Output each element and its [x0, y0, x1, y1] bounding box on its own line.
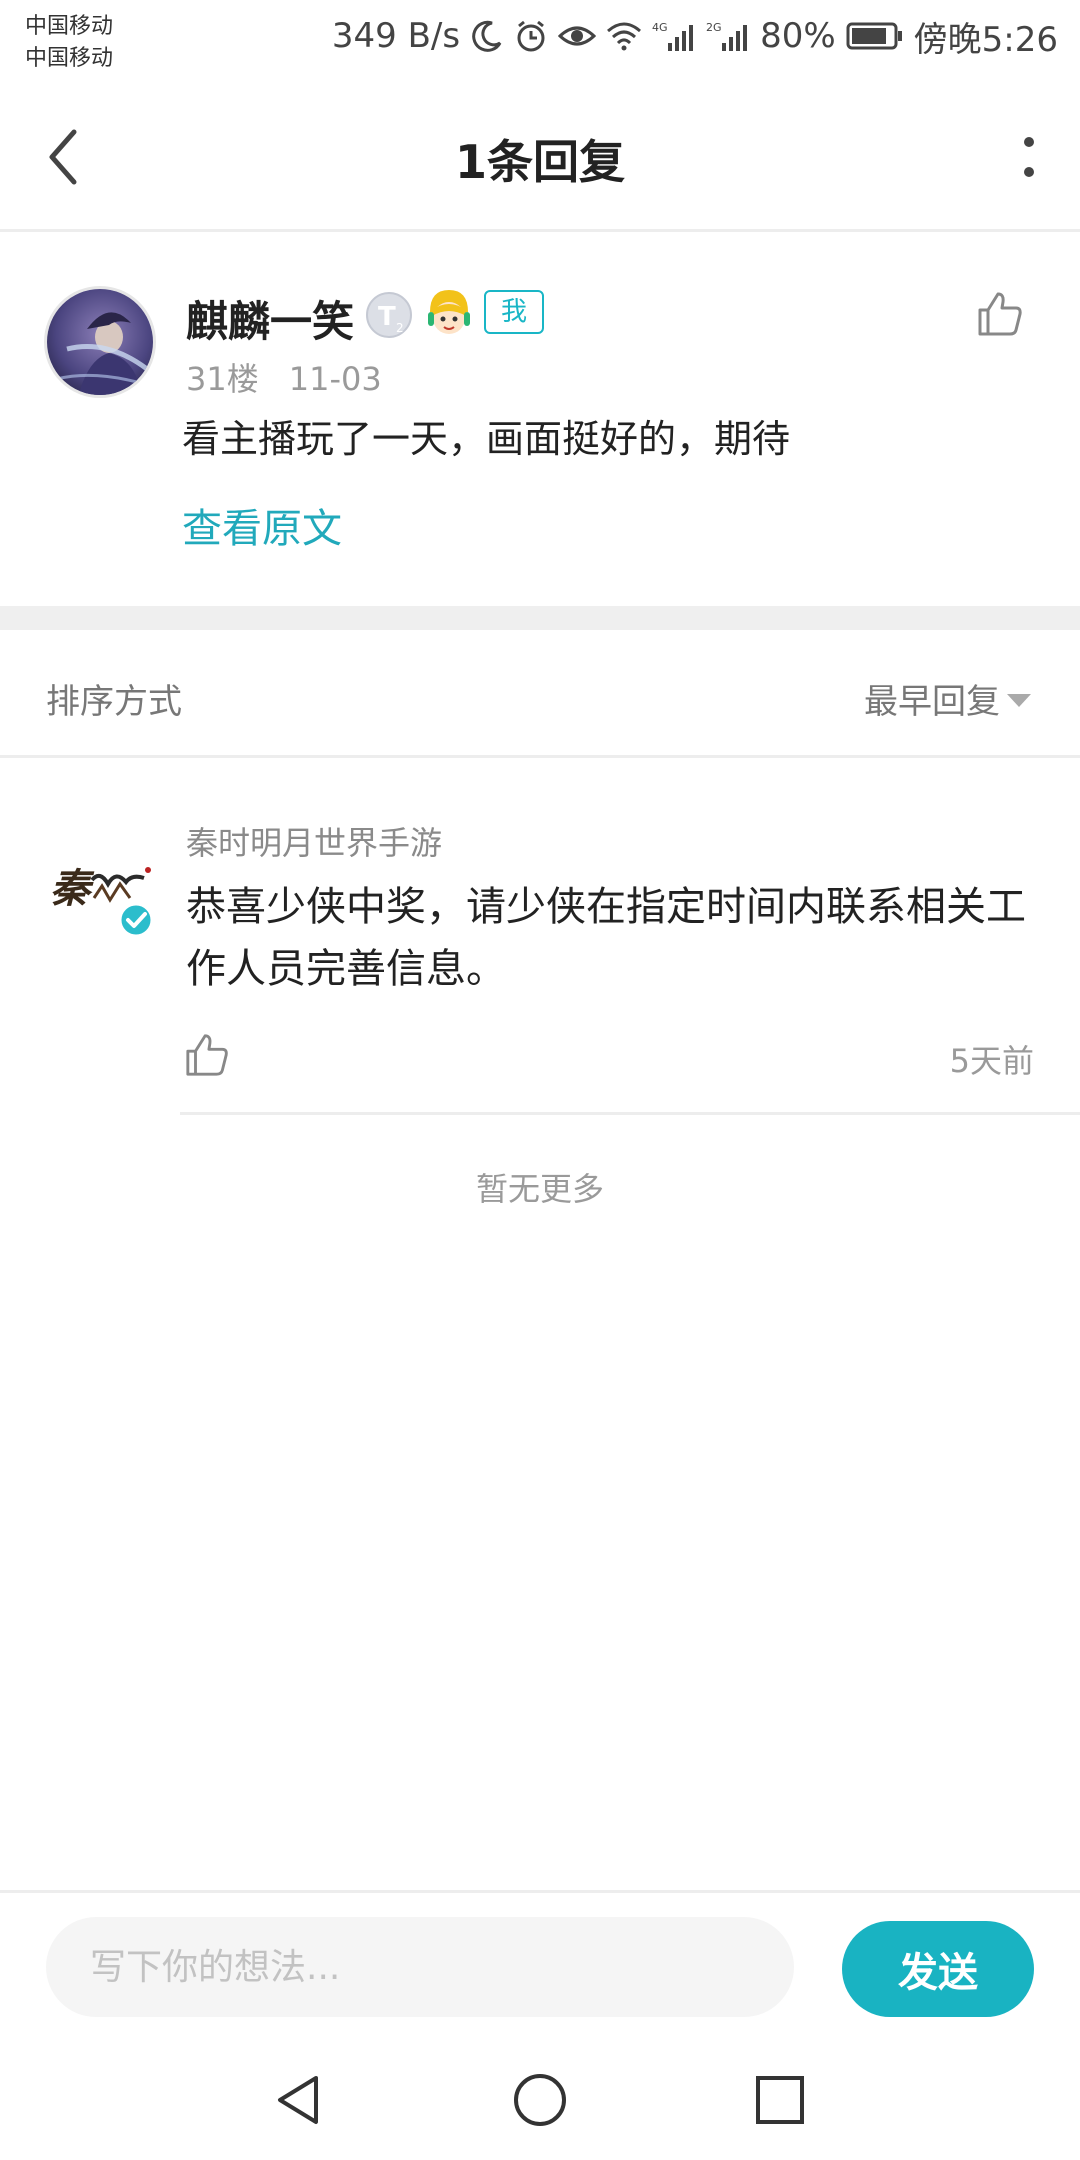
sort-row: 排序方式 最早回复 — [0, 630, 1080, 758]
reply-divider — [180, 1112, 1080, 1115]
carrier-2: 中国移动 — [25, 46, 114, 71]
nav-home-icon[interactable] — [510, 2070, 570, 2130]
battery-percent: 80% — [760, 16, 836, 56]
svg-text:2: 2 — [396, 321, 404, 335]
clock: 傍晚5:26 — [913, 19, 1058, 60]
wifi-icon — [607, 22, 642, 51]
game-logo-avatar[interactable]: 秦 — [50, 840, 156, 946]
page-title: 1条回复 — [454, 135, 625, 189]
status-bar: 中国移动 中国移动 349 B/s 4G 2G 80% 傍晚5:26 — [0, 0, 1080, 72]
signal-4g-icon: 4G — [652, 21, 694, 51]
floor-number: 31楼 — [186, 360, 259, 398]
reply-item: 秦 秦时明月世界手游 恭喜少侠中奖，请少侠在指定时间内联系相关工作人员完善信息。… — [0, 760, 1080, 1115]
sort-label: 排序方式 — [46, 682, 182, 722]
top-nav-bar: 1条回复 — [0, 82, 1080, 232]
view-original-link[interactable]: 查看原文 — [182, 496, 342, 554]
avatar[interactable] — [44, 286, 156, 398]
sort-dropdown[interactable]: 最早回复 — [864, 674, 1000, 723]
reply-timestamp: 5天前 — [949, 1042, 1034, 1080]
svg-text:T: T — [378, 302, 396, 332]
battery-icon — [846, 22, 902, 50]
comment-meta: 31楼 11-03 — [186, 354, 382, 400]
caret-down-icon[interactable] — [1006, 692, 1032, 708]
status-indicators: 349 B/s 4G 2G 80% 傍晚5:26 — [331, 14, 1058, 60]
level-badge-icon: T 2 — [366, 292, 412, 338]
thumbs-up-icon[interactable] — [184, 1032, 230, 1078]
reply-author[interactable]: 秦时明月世界手游 — [186, 818, 442, 864]
comment-composer: 发送 — [0, 1890, 1080, 2040]
character-avatar-badge-icon — [428, 290, 470, 334]
alarm-icon — [517, 20, 545, 52]
comment-input[interactable] — [46, 1917, 794, 2017]
signal-2g-icon: 2G — [706, 21, 748, 51]
nav-back-icon[interactable] — [270, 2070, 330, 2130]
more-options-icon[interactable] — [1014, 128, 1044, 188]
comment-date: 11-03 — [288, 360, 382, 398]
section-divider — [0, 606, 1080, 630]
main-comment: 麒麟一笑 T 2 我 31楼 11-03 看主播玩了一天，画面挺好的，期待 查看原… — [0, 238, 1080, 608]
svg-text:4G: 4G — [652, 21, 668, 34]
comment-text: 看主播玩了一天，画面挺好的，期待 — [182, 417, 791, 461]
send-button[interactable]: 发送 — [842, 1921, 1034, 2017]
user-name[interactable]: 麒麟一笑 — [186, 288, 354, 349]
nav-recents-icon[interactable] — [750, 2070, 810, 2130]
net-speed: 349 B/s — [331, 16, 461, 56]
system-nav-bar — [0, 2040, 1080, 2160]
moon-icon — [472, 20, 502, 52]
me-badge: 我 — [484, 290, 544, 334]
svg-text:秦: 秦 — [50, 865, 95, 912]
reply-text: 恭喜少侠中奖，请少侠在指定时间内联系相关工作人员完善信息。 — [186, 884, 1026, 992]
eye-icon — [558, 26, 597, 46]
page: 中国移动 中国移动 349 B/s 4G 2G 80% 傍晚5:26 1条回复 … — [0, 0, 1080, 2160]
svg-text:2G: 2G — [706, 21, 722, 34]
no-more-text: 暂无更多 — [475, 1170, 604, 1208]
carrier-1: 中国移动 — [25, 14, 114, 39]
thumbs-up-icon[interactable] — [976, 290, 1024, 338]
